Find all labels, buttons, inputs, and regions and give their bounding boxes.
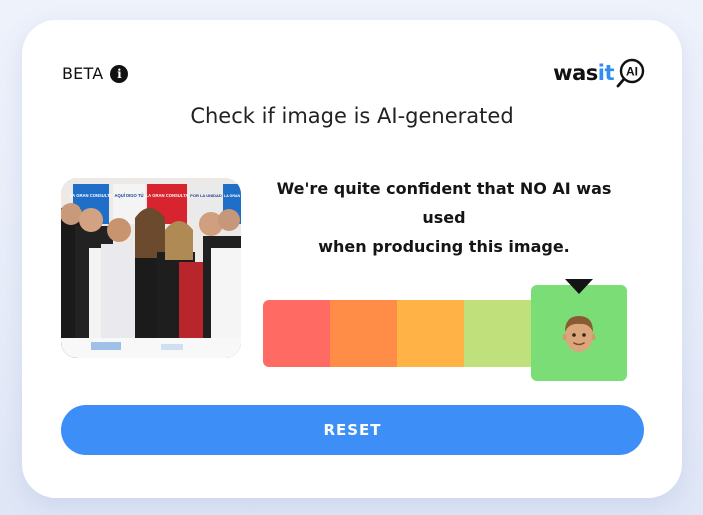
page-title: Check if image is AI-generated [190, 104, 514, 128]
verdict-message: We're quite confident that NO AI was use… [254, 174, 634, 261]
scale-segment-1 [263, 299, 330, 367]
scale-segment-4 [464, 299, 531, 367]
banner-3: LA GRAN CONSULTA [146, 193, 189, 198]
verdict-line-1: We're quite confident that NO AI was use… [276, 179, 612, 227]
beta-indicator: BETA i [62, 64, 129, 83]
scale-segment-selected [531, 279, 627, 381]
wasitai-logo[interactable]: wasit AI [553, 58, 646, 88]
banner-1: LA GRAN CONSULTA [70, 193, 113, 198]
uploaded-image: LA GRAN CONSULTA AQUÍ DIGO TÚ LA GRAN CO… [61, 178, 241, 358]
detector-card: BETA i wasit AI Check if image is AI-gen… [22, 20, 682, 498]
logo-text: wasit [553, 61, 614, 85]
scale-segment-2 [330, 299, 397, 367]
banner-2: AQUÍ DIGO TÚ [114, 193, 143, 198]
confidence-scale [263, 279, 627, 381]
pointer-triangle-icon [565, 279, 593, 294]
beta-label: BETA [62, 64, 104, 83]
banner-5: LA GRAN [224, 194, 241, 198]
logo-badge: AI [626, 65, 638, 79]
person-emoji-icon [562, 316, 596, 352]
magnifier-icon: AI [616, 58, 645, 88]
scale-segment-3 [397, 299, 464, 367]
info-icon[interactable]: i [110, 64, 129, 83]
banner-4: POR LA UNIDAD [190, 193, 222, 198]
verdict-line-2: when producing this image. [318, 237, 570, 256]
reset-button[interactable]: RESET [61, 405, 644, 455]
photo-illustration: LA GRAN CONSULTA AQUÍ DIGO TÚ LA GRAN CO… [61, 178, 241, 358]
